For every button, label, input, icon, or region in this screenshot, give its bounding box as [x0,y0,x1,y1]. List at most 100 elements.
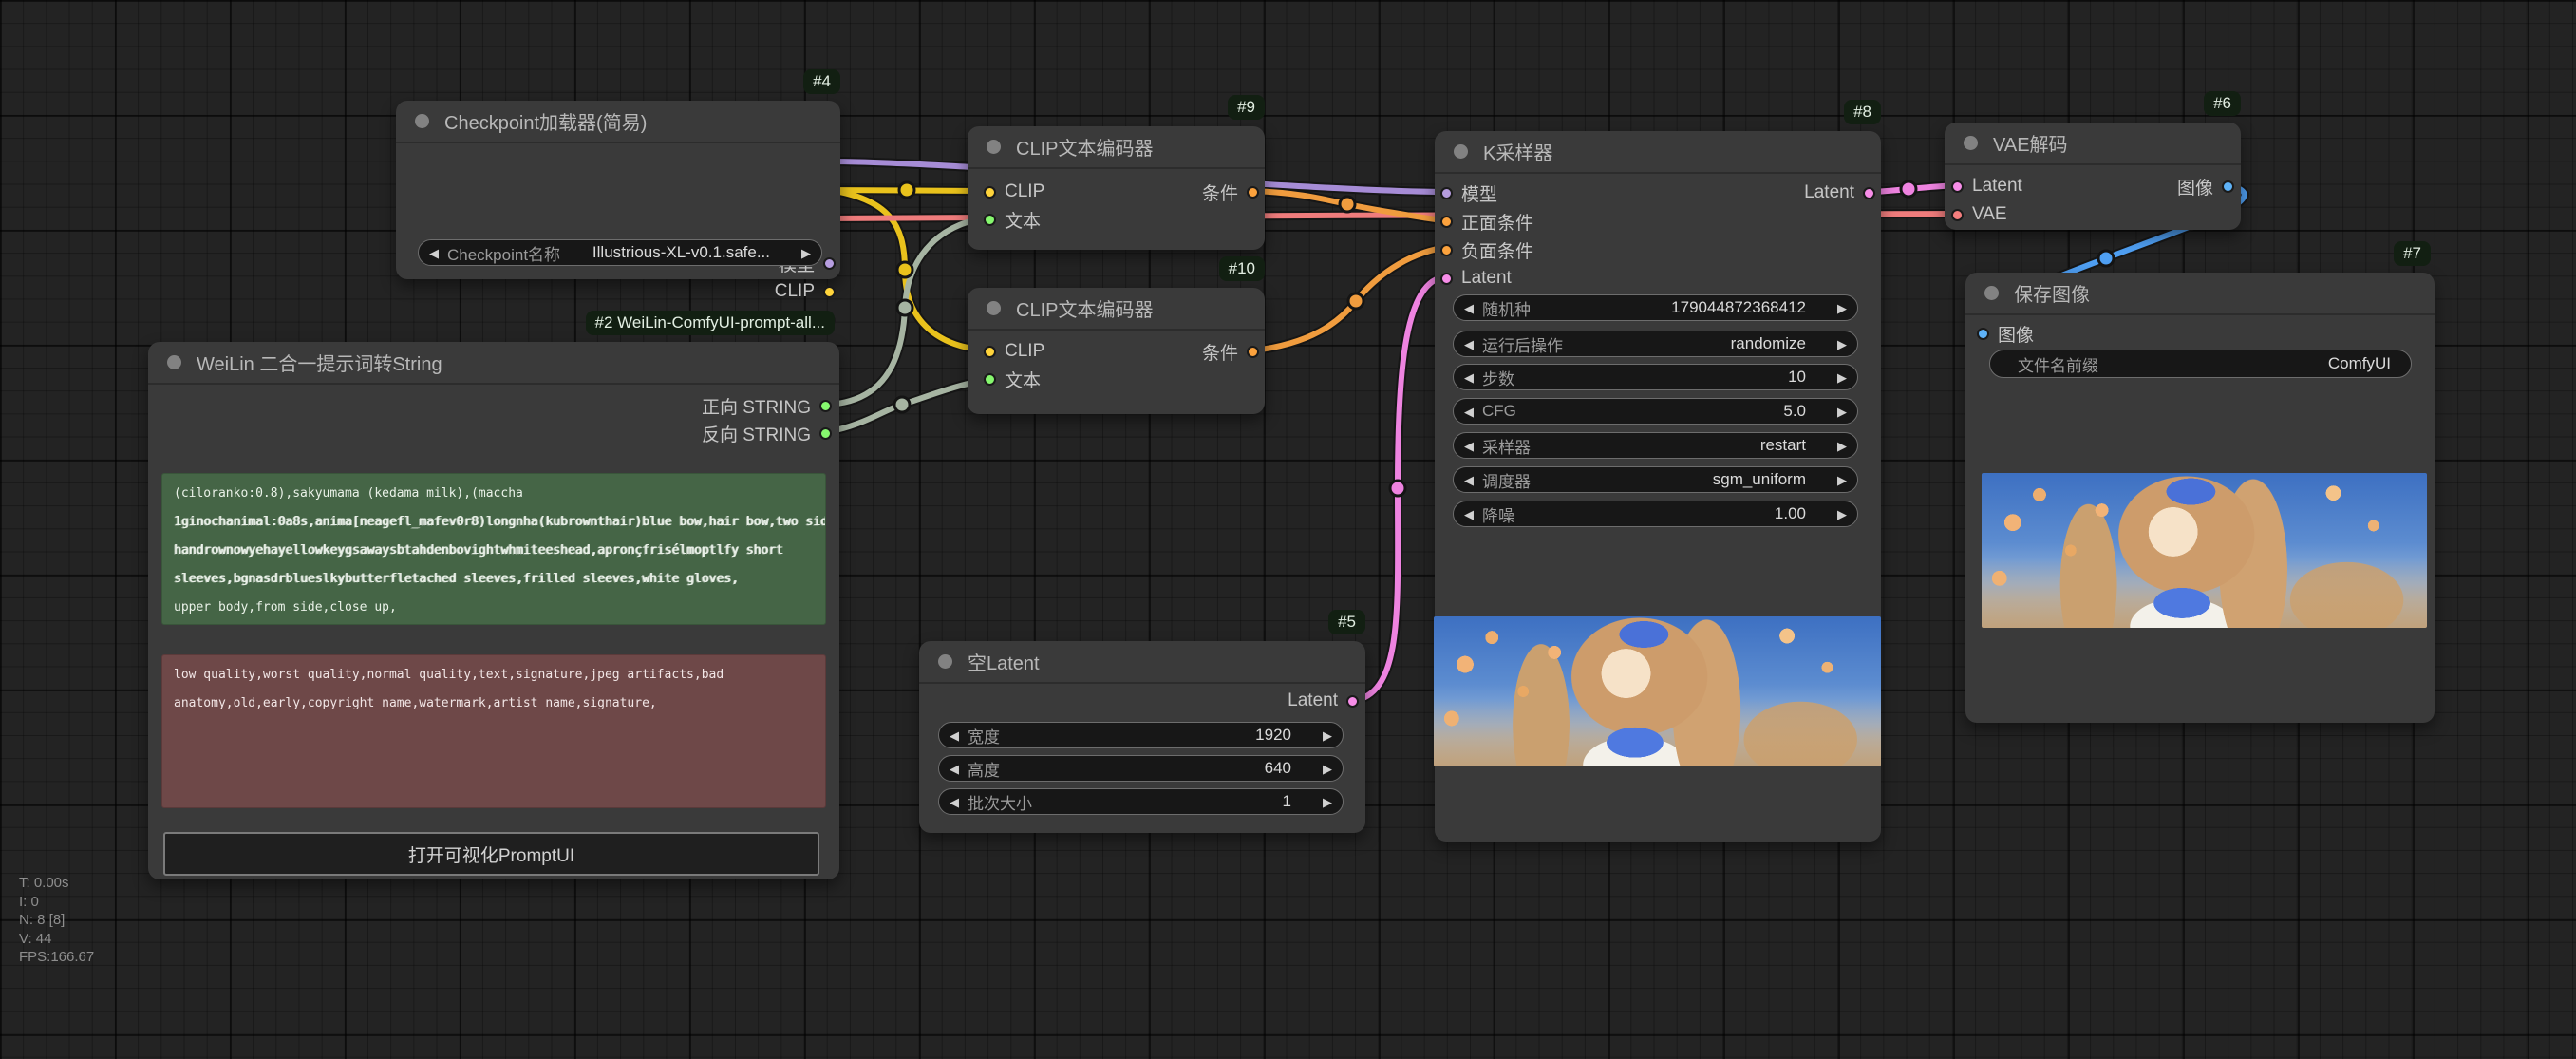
clip-port-icon[interactable] [823,286,836,298]
node-header[interactable]: K采样器 [1435,131,1881,174]
string-port-icon[interactable] [984,373,996,386]
model-port-icon[interactable] [823,257,836,270]
input-slot-clip[interactable]: CLIP [984,339,1044,364]
prev-arrow-icon[interactable]: ◀ [1464,302,1474,314]
input-slot-vae[interactable]: VAE [1951,202,2007,227]
collapse-dot-icon[interactable] [415,114,429,128]
input-slot-latent[interactable]: Latent [1951,174,2022,199]
input-slot-text[interactable]: 文本 [984,207,1041,232]
latent-port-icon[interactable] [1951,180,1964,193]
output-slot-positive-string[interactable]: 正向 STRING [702,393,832,418]
latent-port-icon[interactable] [1346,695,1359,708]
widget-cfg[interactable]: ◀ CFG 5.0 ▶ [1453,398,1858,425]
conditioning-port-icon[interactable] [1440,244,1453,256]
next-arrow-icon[interactable]: ▶ [1837,508,1847,520]
node-header[interactable]: WeiLin 二合一提示词转String [148,342,839,385]
positive-prompt-textarea[interactable]: (ciloranko:0.8),sakyumama (kedama milk),… [161,473,826,625]
node-clip-encoder-positive[interactable]: #9 CLIP文本编码器 CLIP 文本 条件 [968,126,1265,250]
widget-height[interactable]: ◀ 高度 640 ▶ [938,755,1344,782]
conditioning-port-icon[interactable] [1440,216,1453,228]
node-header[interactable]: 保存图像 [1965,273,2435,315]
widget-denoise[interactable]: ◀ 降噪 1.00 ▶ [1453,501,1858,527]
latent-port-icon[interactable] [1863,187,1875,199]
open-prompt-ui-button[interactable]: 打开可视化PromptUI [163,832,819,876]
next-arrow-icon[interactable]: ▶ [801,247,811,259]
widget-batch-size[interactable]: ◀ 批次大小 1 ▶ [938,788,1344,815]
prev-arrow-icon[interactable]: ◀ [1464,440,1474,452]
node-clip-encoder-negative[interactable]: #10 CLIP文本编码器 CLIP 文本 条件 [968,288,1265,414]
string-port-icon[interactable] [819,400,832,412]
collapse-dot-icon[interactable] [987,140,1001,154]
vae-port-icon[interactable] [1951,209,1964,221]
output-slot-latent[interactable]: Latent [1288,689,1359,713]
output-slot-latent[interactable]: Latent [1804,180,1875,205]
node-header[interactable]: CLIP文本编码器 [968,288,1265,331]
collapse-dot-icon[interactable] [1454,144,1468,159]
input-slot-latent[interactable]: Latent [1440,266,1512,291]
next-arrow-icon[interactable]: ▶ [1837,406,1847,418]
widget-control-after-generate[interactable]: ◀ 运行后操作 randomize ▶ [1453,331,1858,357]
output-slot-image[interactable]: 图像 [2177,174,2234,199]
widget-checkpoint-name[interactable]: ◀ Checkpoint名称 Illustrious-XL-v0.1.safe.… [418,239,822,266]
prev-arrow-icon[interactable]: ◀ [429,247,439,259]
output-slot-conditioning[interactable]: 条件 [1202,339,1259,364]
conditioning-port-icon[interactable] [1247,346,1259,358]
widget-steps[interactable]: ◀ 步数 10 ▶ [1453,364,1858,390]
next-arrow-icon[interactable]: ▶ [1837,440,1847,452]
next-arrow-icon[interactable]: ▶ [1837,302,1847,314]
next-arrow-icon[interactable]: ▶ [1323,763,1332,775]
output-slot-clip[interactable]: CLIP [775,279,836,304]
collapse-dot-icon[interactable] [167,355,181,369]
collapse-dot-icon[interactable] [938,654,952,669]
string-port-icon[interactable] [819,427,832,440]
next-arrow-icon[interactable]: ▶ [1323,796,1332,808]
node-vae-decode[interactable]: #6 VAE解码 Latent VAE 图像 [1945,123,2241,230]
node-header[interactable]: CLIP文本编码器 [968,126,1265,169]
output-slot-conditioning[interactable]: 条件 [1202,180,1259,204]
collapse-dot-icon[interactable] [987,301,1001,315]
model-port-icon[interactable] [1440,187,1453,199]
widget-width[interactable]: ◀ 宽度 1920 ▶ [938,722,1344,748]
node-ksampler[interactable]: #8 K采样器 模型 正面条件 负面条件 Latent Latent ◀ 随机种… [1435,131,1881,842]
node-save-image[interactable]: #7 保存图像 图像 文件名前缀 ComfyUI [1965,273,2435,723]
widget-filename-prefix[interactable]: 文件名前缀 ComfyUI [1989,350,2412,378]
collapse-dot-icon[interactable] [1964,136,1978,150]
next-arrow-icon[interactable]: ▶ [1323,729,1332,742]
prev-arrow-icon[interactable]: ◀ [950,729,959,742]
node-empty-latent[interactable]: #5 空Latent Latent ◀ 宽度 1920 ▶ ◀ 高度 640 ▶… [919,641,1365,833]
node-header[interactable]: VAE解码 [1945,123,2241,165]
next-arrow-icon[interactable]: ▶ [1837,474,1847,486]
node-graph-canvas[interactable]: #4 Checkpoint加载器(简易) 模型 CLIP VAE ◀ Check… [0,0,2576,1059]
input-slot-clip[interactable]: CLIP [984,180,1044,204]
node-header[interactable]: Checkpoint加载器(简易) [396,101,840,143]
clip-port-icon[interactable] [984,186,996,199]
negative-prompt-textarea[interactable]: low quality,worst quality,normal quality… [161,654,826,808]
prev-arrow-icon[interactable]: ◀ [1464,406,1474,418]
conditioning-port-icon[interactable] [1247,186,1259,199]
node-header[interactable]: 空Latent [919,641,1365,684]
widget-scheduler[interactable]: ◀ 调度器 sgm_uniform ▶ [1453,466,1858,493]
input-slot-negative[interactable]: 负面条件 [1440,237,1533,262]
prev-arrow-icon[interactable]: ◀ [1464,338,1474,350]
string-port-icon[interactable] [984,214,996,226]
next-arrow-icon[interactable]: ▶ [1837,371,1847,384]
prev-arrow-icon[interactable]: ◀ [1464,474,1474,486]
input-slot-model[interactable]: 模型 [1440,180,1497,205]
prev-arrow-icon[interactable]: ◀ [1464,508,1474,520]
collapse-dot-icon[interactable] [1984,286,1999,300]
prev-arrow-icon[interactable]: ◀ [950,796,959,808]
input-slot-positive[interactable]: 正面条件 [1440,209,1533,234]
next-arrow-icon[interactable]: ▶ [1837,338,1847,350]
image-port-icon[interactable] [1977,328,1989,340]
prev-arrow-icon[interactable]: ◀ [1464,371,1474,384]
widget-sampler-name[interactable]: ◀ 采样器 restart ▶ [1453,432,1858,459]
node-checkpoint-loader[interactable]: #4 Checkpoint加载器(简易) 模型 CLIP VAE ◀ Check… [396,101,840,279]
input-slot-image[interactable]: 图像 [1977,321,2034,346]
clip-port-icon[interactable] [984,346,996,358]
latent-port-icon[interactable] [1440,273,1453,285]
prev-arrow-icon[interactable]: ◀ [950,763,959,775]
output-slot-negative-string[interactable]: 反向 STRING [702,421,832,445]
node-weilin-prompt[interactable]: #2 WeiLin-ComfyUI-prompt-all... WeiLin 二… [148,342,839,879]
input-slot-text[interactable]: 文本 [984,367,1041,391]
image-port-icon[interactable] [2222,180,2234,193]
